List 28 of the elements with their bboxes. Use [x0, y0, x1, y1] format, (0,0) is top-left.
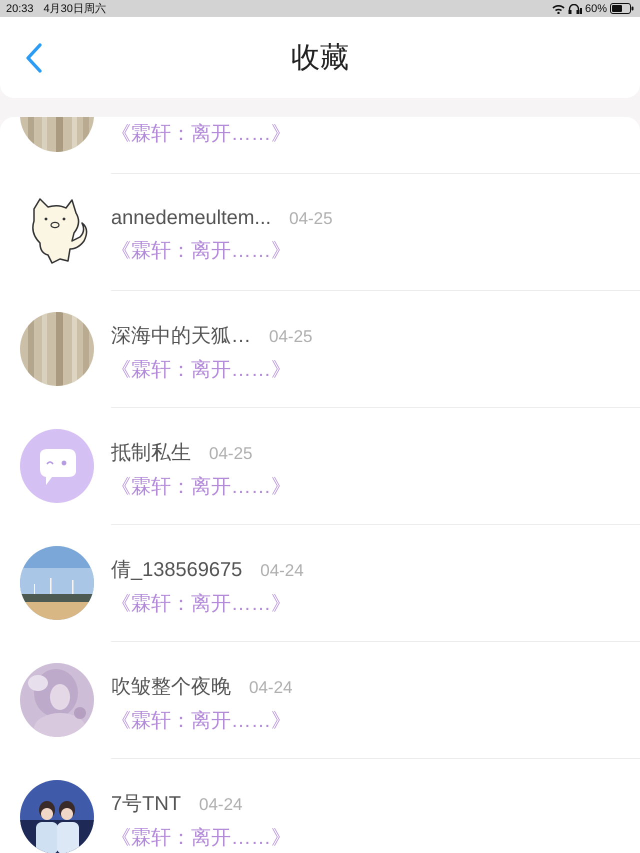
wifi-icon	[552, 4, 565, 14]
collection-title[interactable]: 《霖轩：离开……》	[111, 236, 333, 264]
battery-percent: 60%	[584, 2, 607, 14]
battery-icon	[610, 3, 634, 14]
post-date: 04-24	[260, 560, 304, 580]
user-name: 抵制私生	[111, 440, 191, 466]
post-date: 04-24	[249, 678, 292, 698]
user-name: 7号TNT	[111, 792, 181, 816]
user-name: 倩_138569675	[111, 558, 242, 582]
post-date: 04-25	[289, 208, 333, 228]
back-button[interactable]	[24, 42, 44, 72]
collection-title[interactable]: 《霖轩：离开……》	[111, 120, 291, 146]
chat-icon	[20, 429, 94, 503]
status-time: 20:33	[6, 2, 34, 14]
collection-title[interactable]: 《霖轩：离开……》	[111, 706, 292, 734]
user-name: 深海中的天狐…	[111, 324, 251, 348]
post-date: 04-25	[209, 444, 252, 464]
collection-title[interactable]: 《霖轩：离开……》	[111, 356, 312, 382]
post-date: 04-24	[199, 794, 242, 814]
user-name: annedemeultem...	[111, 206, 272, 230]
headphones-icon	[568, 4, 582, 14]
user-name: 吹皱整个夜晚	[111, 674, 231, 700]
collection-title[interactable]: 《霖轩：离开……》	[111, 472, 291, 500]
post-date: 04-25	[269, 326, 312, 346]
status-date: 4月30日周六	[44, 2, 106, 16]
collection-title[interactable]: 《霖轩：离开……》	[111, 590, 304, 616]
collection-title[interactable]: 《霖轩：离开……》	[111, 824, 291, 850]
page-title: 收藏	[291, 40, 349, 76]
